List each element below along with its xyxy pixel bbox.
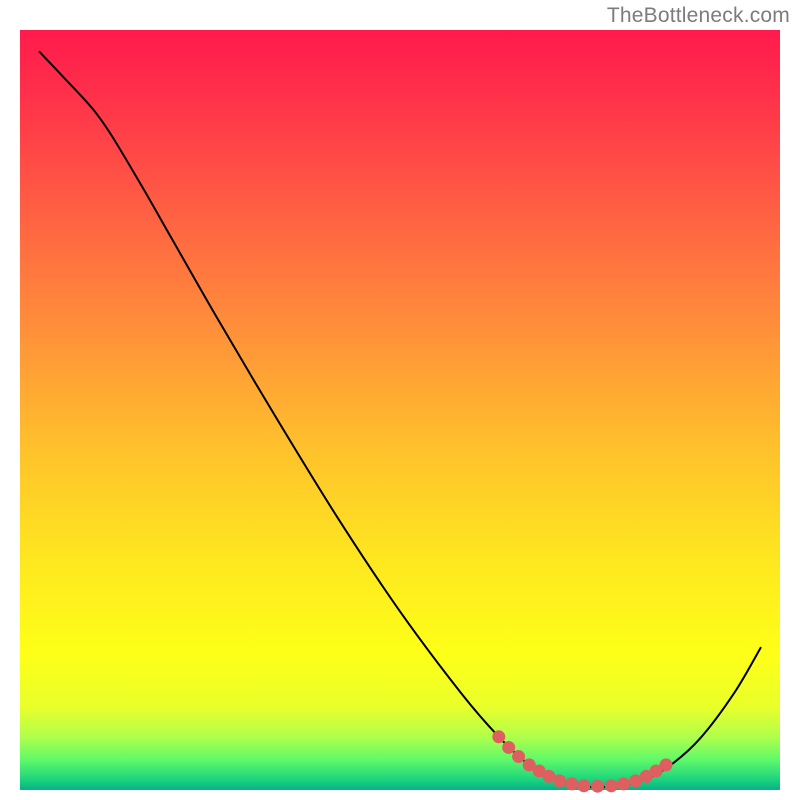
optimal-dot <box>577 779 590 792</box>
optimal-dot <box>492 730 505 743</box>
optimal-dot <box>605 779 618 792</box>
optimal-dot <box>660 758 673 771</box>
chart-container: { "watermark": "TheBottleneck.com", "cha… <box>0 0 800 800</box>
optimal-dot <box>553 774 566 787</box>
optimal-dot <box>512 750 525 763</box>
optimal-dot <box>502 741 515 754</box>
optimal-dot <box>591 780 604 793</box>
plot-background <box>20 30 780 790</box>
optimal-dot <box>565 777 578 790</box>
bottleneck-chart <box>0 0 800 800</box>
optimal-dot <box>617 777 630 790</box>
watermark-text: TheBottleneck.com <box>607 4 790 28</box>
